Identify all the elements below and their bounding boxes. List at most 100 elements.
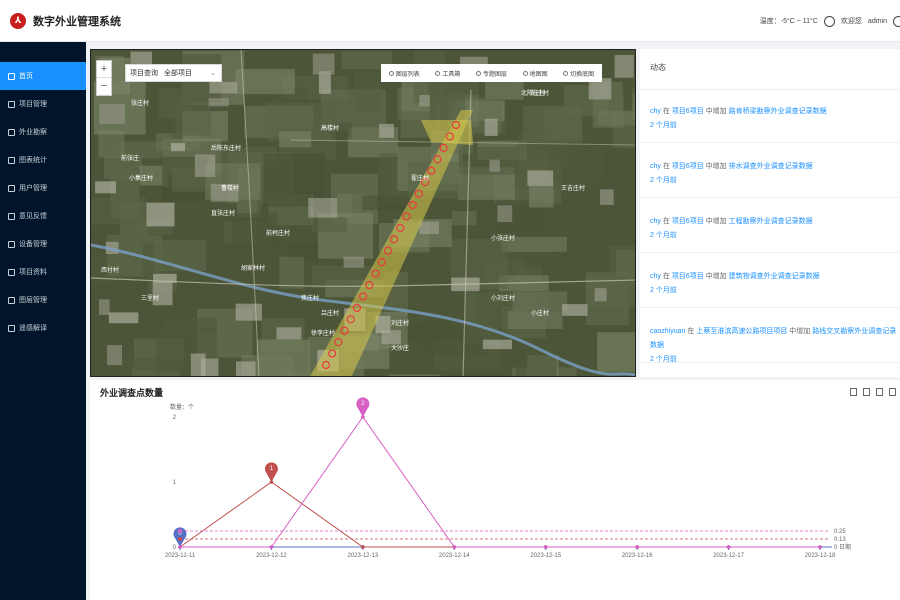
data-point[interactable]	[818, 545, 822, 549]
village-patch	[146, 202, 175, 227]
satellite-map[interactable]: 张庄村前张庄后陈东庄村曹楼村小集庄村直张庄村胡家林村前柯庄村小刘庄村王吉庄村陈庄…	[91, 50, 636, 377]
divider	[640, 307, 900, 308]
activity-at: 在	[662, 218, 670, 225]
layers-icon	[8, 296, 15, 304]
place-label: 焦庄村	[301, 294, 319, 302]
sidebar-item-7[interactable]: 项目资料	[0, 258, 86, 286]
map-tool-1[interactable]: 工具箱	[435, 69, 460, 78]
village-patch	[99, 103, 125, 124]
map-field	[362, 195, 410, 211]
activity-user[interactable]: chy	[650, 108, 661, 115]
mark-line-start	[178, 529, 182, 533]
activity-user[interactable]: chy	[650, 273, 661, 280]
sidebar-item-6[interactable]: 设备管理	[0, 230, 86, 258]
map-tool-3[interactable]: 地图图	[522, 69, 548, 78]
place-label: 前张庄	[121, 154, 139, 162]
activity-time: 2 个月前	[650, 287, 677, 294]
activity-item: chy 在 项目6项目 中增加 路肯桥梁勘察外业调查记录数据 2 个月前	[640, 105, 900, 143]
village-patch	[489, 159, 500, 172]
village-patch	[497, 205, 513, 223]
activity-user[interactable]: chy	[650, 218, 661, 225]
y-tick-label: 0	[173, 545, 177, 551]
logout-icon[interactable]	[893, 15, 900, 27]
activity-action: 中增加	[705, 163, 727, 170]
sidebar-item-label: 用户管理	[19, 185, 47, 192]
activity-project[interactable]: 项目6项目	[672, 218, 704, 225]
activity-action: 中增加	[705, 273, 727, 280]
satellite-icon	[8, 324, 15, 332]
activity-user[interactable]: caozhiyuan	[650, 328, 685, 335]
swap-icon	[563, 70, 569, 76]
place-label: 小张庄村	[491, 234, 515, 242]
activity-record[interactable]: 建筑物调查外业调查记录数据	[729, 273, 820, 280]
activity-time: 2 个月前	[650, 122, 677, 129]
activity-at: 在	[662, 108, 670, 115]
welcome-text: 欢迎您	[840, 18, 862, 25]
place-label: 前柯庄村	[266, 229, 290, 237]
place-label: 小集庄村	[129, 174, 153, 182]
list-icon	[388, 70, 394, 76]
divider	[640, 362, 900, 363]
sidebar-item-0[interactable]: 首页	[0, 62, 86, 90]
activity-project[interactable]: 上蔡至淮滨高速公路项目项目	[696, 328, 787, 335]
map-field	[388, 374, 441, 376]
map-tool-4[interactable]: 切换底图	[563, 69, 594, 78]
data-point[interactable]	[178, 545, 182, 549]
activity-at: 在	[687, 328, 695, 335]
data-point[interactable]	[635, 545, 639, 549]
activity-project[interactable]: 项目6项目	[672, 108, 704, 115]
chevron-down-icon: ⌄	[210, 70, 216, 77]
survey-icon	[8, 128, 15, 136]
mark-line-label: 0.25	[834, 529, 846, 535]
chart-panel: 外业调查点数量 数量：个 0 1 2 2023-12-11 2023-12-12 2023-…	[90, 380, 900, 600]
sidebar-item-9[interactable]: 遥感解译	[0, 314, 86, 342]
tool-icon	[435, 70, 441, 76]
data-point[interactable]	[269, 545, 274, 549]
activity-user[interactable]: chy	[650, 163, 661, 170]
sidebar-item-1[interactable]: 项目管理	[0, 90, 86, 118]
village-patch	[276, 327, 302, 340]
data-point[interactable]	[452, 545, 457, 549]
y-tick-label: 1	[173, 480, 177, 486]
village-patch	[379, 123, 395, 138]
map-field	[516, 353, 557, 376]
x-tick-label: 2023-12-14	[439, 553, 470, 559]
activity-panel: 动态 chy 在 项目6项目 中增加 路肯桥梁勘察外业调查记录数据 2 个月前 ch…	[640, 49, 900, 377]
sidebar-item-3[interactable]: 图表统计	[0, 146, 86, 174]
sidebar-item-label: 设备管理	[19, 241, 47, 248]
sidebar-item-4[interactable]: 用户管理	[0, 174, 86, 202]
x-tick-label: 2023-12-18	[805, 553, 836, 559]
activity-project[interactable]: 项目6项目	[672, 163, 704, 170]
project-query-label: 项目查询	[130, 70, 158, 77]
data-point[interactable]	[361, 545, 365, 549]
activity-record[interactable]: 路肯桥梁勘察外业调查记录数据	[729, 108, 827, 115]
sidebar-item-8[interactable]: 图层管理	[0, 286, 86, 314]
village-patch	[208, 98, 229, 107]
zoom-out-button[interactable]: −	[97, 78, 111, 95]
data-point[interactable]	[543, 545, 548, 549]
folder-icon	[8, 100, 15, 108]
sidebar-item-5[interactable]: 意见反馈	[0, 202, 86, 230]
data-point[interactable]	[726, 545, 731, 549]
sidebar-item-2[interactable]: 外业勘察	[0, 118, 86, 146]
activity-at: 在	[662, 273, 670, 280]
zoom-in-button[interactable]: +	[97, 61, 111, 78]
activity-record[interactable]: 工程勘察外业调查记录数据	[729, 218, 813, 225]
activity-project[interactable]: 项目6项目	[672, 273, 704, 280]
map-field	[310, 217, 348, 233]
username[interactable]: admin	[868, 18, 887, 25]
map-tool-2[interactable]: 专题图层	[475, 69, 507, 78]
village-patch	[99, 299, 110, 315]
sidebar-item-label: 遥感解译	[19, 325, 47, 332]
village-patch	[312, 53, 335, 75]
map-tool-0[interactable]: 图层列表	[388, 69, 420, 78]
activity-record[interactable]: 排水调查外业调查记录数据	[729, 163, 813, 170]
wrench-icon	[8, 240, 15, 248]
village-patch	[527, 170, 554, 186]
project-select[interactable]: 项目查询 全部项目 ⌄	[125, 64, 222, 82]
map-panel[interactable]: 张庄村 前张庄 后陈东庄村 曹楼村 小集庄村 直张庄村 胡家林村 前柯庄村 小刘庄村 王吉庄村 陈庄…	[90, 49, 636, 377]
village-patch	[484, 118, 498, 136]
village-patch	[108, 312, 139, 324]
place-label: 张庄村	[131, 99, 149, 107]
x-tick-label: 2023-12-15	[530, 553, 561, 559]
